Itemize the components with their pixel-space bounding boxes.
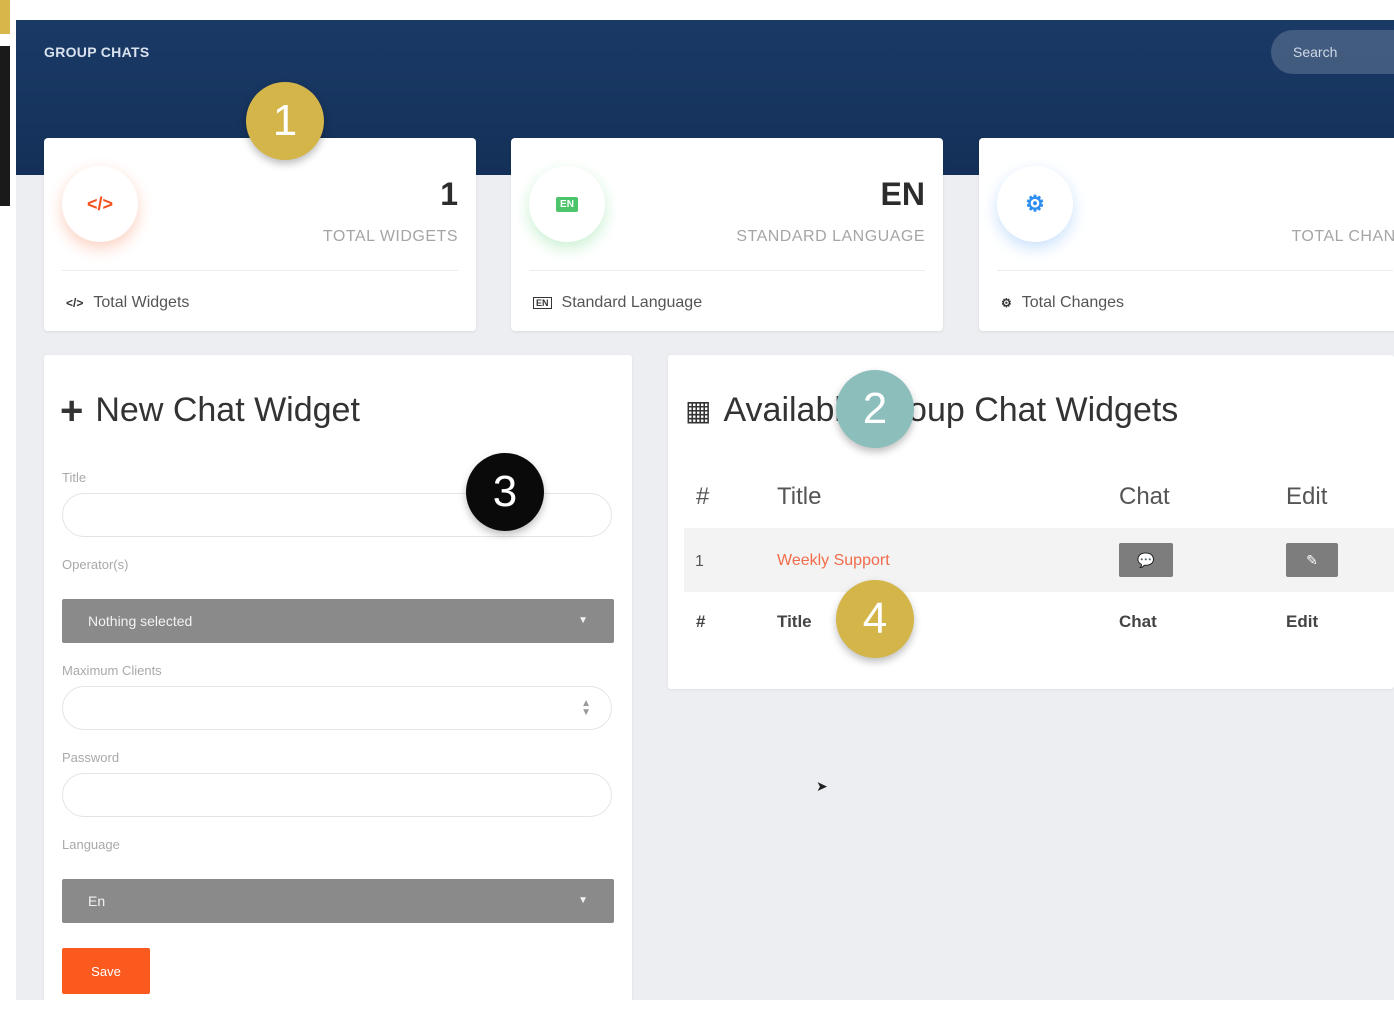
app-title: GROUP CHATS <box>44 44 150 60</box>
annotation-badge-4: 4 <box>836 580 914 658</box>
footer-header-edit: Edit <box>1286 612 1319 631</box>
annotation-badge-2: 2 <box>836 370 914 448</box>
stat-footer: ⚙ Total Changes <box>1001 294 1124 312</box>
stat-card-changes: ⚙ 0 TOTAL CHANGES ⚙ Total Changes <box>979 138 1394 331</box>
code-icon: </> <box>66 296 84 310</box>
operators-select[interactable]: Nothing selected ▼ <box>62 599 614 643</box>
stat-caption: TOTAL CHANGES <box>1291 228 1394 245</box>
panel-title: ▦ Available Group Chat Widgets <box>685 391 1178 430</box>
stat-footer-label: Standard Language <box>561 294 703 311</box>
presentation-icon: ▦ <box>685 394 712 426</box>
stat-footer: </> Total Widgets <box>66 294 189 312</box>
divider <box>997 270 1393 271</box>
max-clients-label: Maximum Clients <box>62 663 162 678</box>
new-widget-panel: + New Chat Widget Title Operator(s) Noth… <box>44 355 632 1000</box>
widget-title-link[interactable]: Weekly Support <box>777 552 890 570</box>
language-select[interactable]: En ▼ <box>62 879 614 923</box>
title-label: Title <box>62 470 87 485</box>
panel-title-label: Available Group Chat Widgets <box>723 391 1179 429</box>
max-clients-input[interactable]: ▲ ▼ <box>62 686 612 730</box>
footer-header-chat: Chat <box>1119 612 1157 631</box>
operators-label: Operator(s) <box>62 557 129 572</box>
users-gear-icon: ⚙ <box>1001 296 1012 310</box>
divider <box>62 270 458 271</box>
language-icon: EN <box>529 166 605 242</box>
stat-value: EN <box>880 176 925 212</box>
column-header-title: Title <box>777 483 822 510</box>
annotation-badge-3: 3 <box>466 453 544 531</box>
search-input[interactable] <box>1271 30 1394 74</box>
language-glyph: EN <box>556 196 578 212</box>
chat-button[interactable]: 💬 <box>1119 543 1173 577</box>
stat-caption: TOTAL WIDGETS <box>322 228 458 245</box>
mouse-cursor-icon: ➤ <box>816 778 828 794</box>
footer-header-num: # <box>696 612 706 631</box>
edit-button[interactable]: ✎ <box>1286 543 1338 577</box>
stat-footer-label: Total Changes <box>1021 294 1125 311</box>
stat-card-language: EN EN STANDARD LANGUAGE EN Standard Lang… <box>511 138 943 331</box>
widgets-panel: ▦ Available Group Chat Widgets <box>668 355 1394 689</box>
stat-value: 1 <box>440 176 458 212</box>
password-input[interactable] <box>62 773 612 817</box>
users-gear-icon: ⚙ <box>997 166 1073 242</box>
column-header-num: # <box>696 483 710 510</box>
stat-card-widgets: </> 1 TOTAL WIDGETS </> Total Widgets <box>44 138 476 331</box>
caret-down-icon: ▼ <box>578 615 588 626</box>
column-header-chat: Chat <box>1119 483 1170 510</box>
footer-header-title: Title <box>777 612 812 631</box>
pencil-icon: ✎ <box>1306 551 1318 568</box>
row-num: 1 <box>695 553 704 570</box>
code-icon: </> <box>62 166 138 242</box>
panel-title: + New Chat Widget <box>60 388 360 433</box>
annotation-badge-1: 1 <box>246 82 324 160</box>
stat-caption: STANDARD LANGUAGE <box>736 228 925 245</box>
operators-select-value: Nothing selected <box>88 613 193 629</box>
stat-footer-label: Total Widgets <box>93 294 190 311</box>
panel-title-label: New Chat Widget <box>95 391 360 429</box>
language-label: Language <box>62 837 120 852</box>
save-button[interactable]: Save <box>62 948 150 994</box>
stat-footer: EN Standard Language <box>533 294 702 312</box>
column-header-edit: Edit <box>1286 483 1328 510</box>
language-icon: EN <box>533 297 552 309</box>
caret-down-icon: ▼ <box>578 895 588 906</box>
left-strip-yellow <box>0 0 10 34</box>
divider <box>529 270 925 271</box>
language-select-value: En <box>88 893 106 909</box>
chat-bubbles-icon: 💬 <box>1137 551 1155 568</box>
password-label: Password <box>62 750 120 765</box>
app-frame: GROUP CHATS </> 1 TOTAL WIDGETS </> Tota… <box>16 20 1394 1000</box>
left-strip-dark <box>0 46 10 206</box>
plus-icon: + <box>60 388 84 433</box>
spinner-icon[interactable]: ▲ ▼ <box>581 699 591 718</box>
